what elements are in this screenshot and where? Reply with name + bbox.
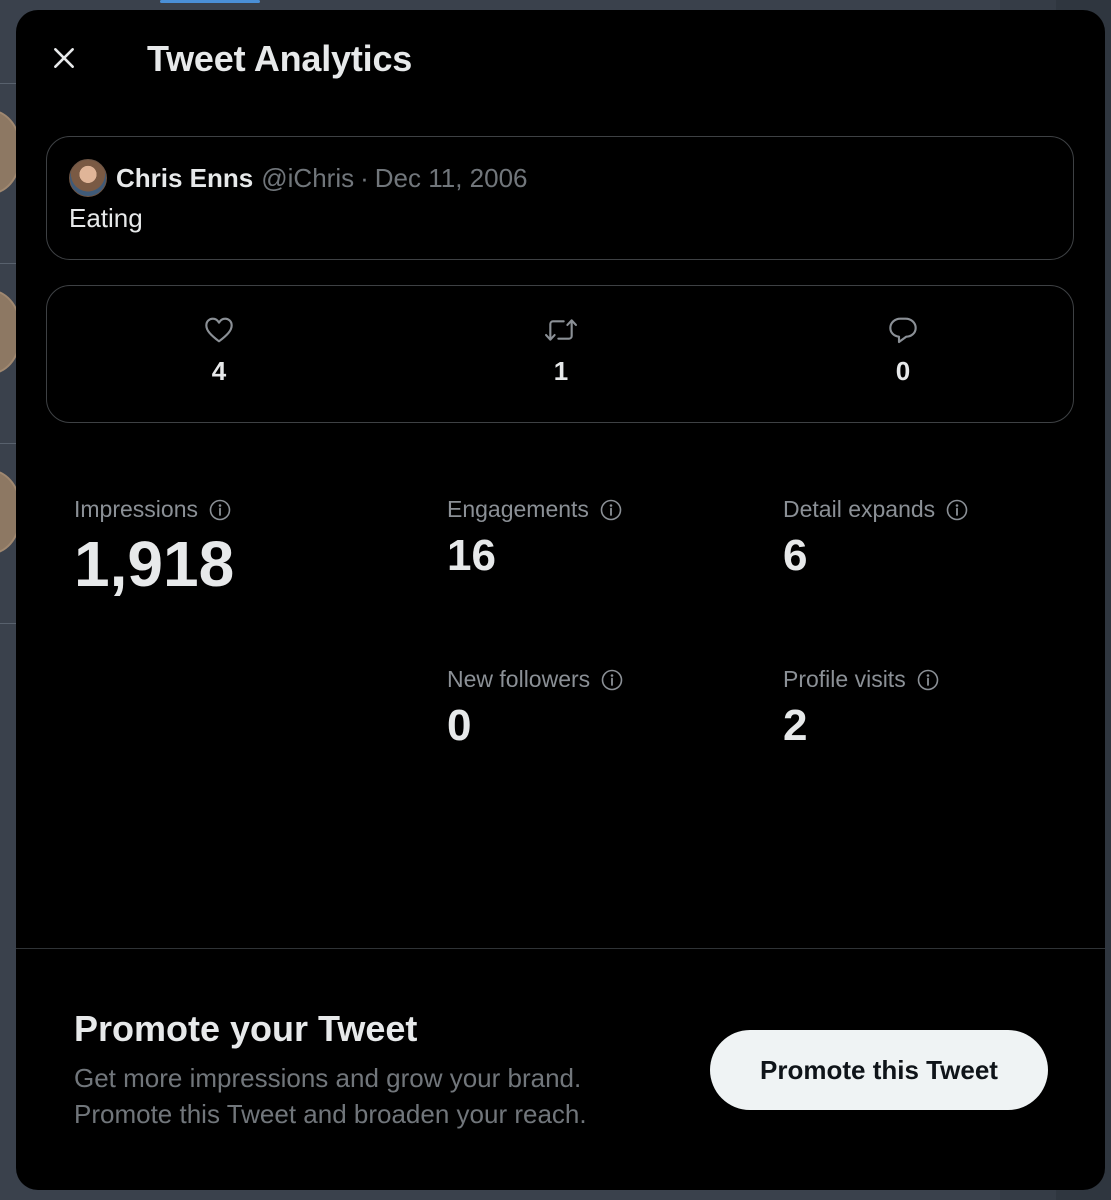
- likes-stat: 4: [179, 314, 259, 387]
- tweet-analytics-modal: Tweet Analytics Chris Enns @iChris · Dec…: [16, 10, 1105, 1190]
- info-icon[interactable]: [208, 498, 232, 522]
- promote-description: Get more impressions and grow your brand…: [74, 1060, 674, 1132]
- new-followers-label: New followers: [447, 666, 591, 692]
- profile-visits-value: 2: [783, 701, 808, 750]
- modal-title: Tweet Analytics: [147, 38, 413, 79]
- section-divider: [16, 948, 1105, 949]
- info-icon[interactable]: [599, 498, 623, 522]
- engagement-counts-card: 4 1 0: [46, 285, 1074, 423]
- impressions-metric: Impressions 1,918: [74, 496, 234, 601]
- profile-visits-label: Profile visits: [783, 666, 906, 692]
- likes-count: 4: [211, 356, 227, 386]
- tweet-author-handle[interactable]: @iChris: [261, 163, 354, 194]
- tweet-header: Chris Enns @iChris · Dec 11, 2006: [69, 159, 528, 197]
- retweet-icon: [544, 319, 577, 341]
- tweet-author-name[interactable]: Chris Enns: [116, 163, 253, 194]
- promote-description-line: Get more impressions and grow your brand…: [74, 1063, 582, 1093]
- engagements-metric: Engagements 16: [447, 496, 623, 581]
- replies-count: 0: [895, 356, 911, 386]
- tweet-separator: ·: [360, 162, 369, 193]
- tweet-date[interactable]: Dec 11, 2006: [375, 163, 528, 194]
- close-button[interactable]: [42, 36, 86, 80]
- retweets-count: 1: [553, 356, 569, 386]
- replies-stat: 0: [863, 314, 943, 387]
- avatar[interactable]: [69, 159, 107, 197]
- engagements-value: 16: [447, 531, 496, 580]
- promote-title: Promote your Tweet: [74, 1008, 418, 1049]
- tweet-preview-card[interactable]: Chris Enns @iChris · Dec 11, 2006 Eating: [46, 136, 1074, 260]
- tweet-text: Eating: [69, 203, 143, 233]
- info-icon[interactable]: [916, 668, 940, 692]
- info-icon[interactable]: [945, 498, 969, 522]
- impressions-value: 1,918: [74, 528, 235, 600]
- background-tab-indicator: [160, 0, 260, 3]
- new-followers-value: 0: [447, 701, 472, 750]
- new-followers-metric: New followers 0: [447, 666, 624, 751]
- detail-expands-label: Detail expands: [783, 496, 936, 522]
- profile-visits-metric: Profile visits 2: [783, 666, 940, 751]
- impressions-label: Impressions: [74, 496, 198, 522]
- info-icon[interactable]: [600, 668, 624, 692]
- detail-expands-value: 6: [783, 531, 808, 580]
- engagements-label: Engagements: [447, 496, 589, 522]
- detail-expands-metric: Detail expands 6: [783, 496, 969, 581]
- heart-icon: [205, 317, 233, 343]
- retweets-stat: 1: [521, 314, 601, 387]
- promote-description-line: Promote this Tweet and broaden your reac…: [74, 1099, 587, 1129]
- close-icon: [54, 48, 74, 68]
- promote-tweet-button[interactable]: Promote this Tweet: [710, 1030, 1048, 1110]
- reply-icon: [889, 317, 917, 344]
